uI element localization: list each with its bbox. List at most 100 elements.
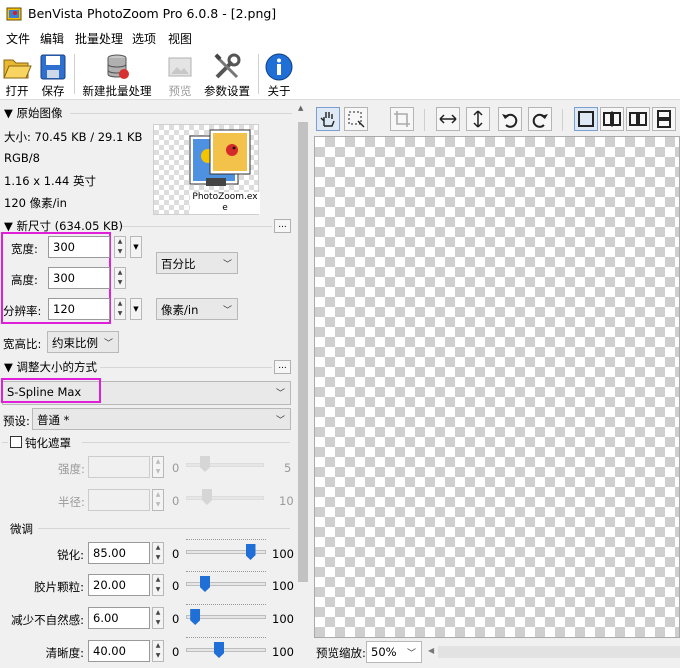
- section-divider: [2, 442, 8, 443]
- selection-icon: [348, 111, 365, 128]
- menu-batch[interactable]: 批量处理: [75, 30, 123, 47]
- new-batch-button[interactable]: 新建批量处理: [80, 50, 154, 98]
- height-stepper[interactable]: ▲ ▼: [114, 267, 126, 289]
- radius-stepper[interactable]: ▲ ▼: [152, 489, 164, 511]
- rotate-right-button[interactable]: [528, 107, 552, 131]
- crop-icon: [394, 111, 410, 127]
- open-label: 打开: [5, 84, 29, 98]
- chevron-down-icon: ﹀: [222, 306, 232, 316]
- menu-options[interactable]: 选项: [132, 30, 156, 47]
- about-button[interactable]: 关于: [262, 50, 296, 98]
- resolution-unit-select[interactable]: 像素/in ﹀: [156, 298, 238, 320]
- info-icon: [265, 53, 293, 81]
- batch-database-icon: [107, 54, 129, 79]
- section-divider: [122, 226, 272, 227]
- hand-tool-button[interactable]: [316, 107, 340, 131]
- radius-input[interactable]: [88, 489, 150, 511]
- panel-scrollbar-thumb[interactable]: [298, 122, 308, 582]
- vertical-arrows-icon: [473, 110, 483, 128]
- rotate-left-button[interactable]: [498, 107, 522, 131]
- resolution-input[interactable]: 120: [48, 298, 110, 320]
- stacked-view-button[interactable]: [652, 107, 676, 131]
- finetune-input-3[interactable]: 40.00: [88, 640, 150, 662]
- resolution-stepper[interactable]: ▲ ▼: [114, 298, 126, 320]
- preview-canvas[interactable]: [314, 136, 680, 638]
- zoom-value: 50%: [371, 645, 397, 659]
- settings-button[interactable]: 参数设置: [202, 50, 252, 98]
- finetune-max-2: 100: [272, 612, 294, 626]
- about-label: 关于: [267, 84, 291, 98]
- finetune-input-0[interactable]: 85.00: [88, 542, 150, 564]
- open-button[interactable]: 打开: [0, 50, 34, 98]
- radius-min: 0: [172, 494, 180, 508]
- unsharp-checkbox[interactable]: [10, 436, 22, 448]
- horizontal-scrollbar[interactable]: [438, 646, 680, 658]
- resize-method-more-button[interactable]: ...: [274, 360, 291, 374]
- size-unit-select[interactable]: 百分比 ﹀: [156, 252, 238, 274]
- side-by-side-view-button[interactable]: [626, 107, 650, 131]
- finetune-max-0: 100: [272, 547, 294, 561]
- preset-select[interactable]: 普通 * ﹀: [32, 408, 291, 430]
- resolution-dropdown-button[interactable]: ▼: [130, 298, 142, 320]
- window-title: BenVista PhotoZoom Pro 6.0.8 - [2.png]: [28, 6, 277, 21]
- rotate-right-icon: [532, 113, 548, 128]
- strength-slider-track[interactable]: [186, 463, 264, 467]
- flip-vertical-button[interactable]: [466, 107, 490, 131]
- finetune-ticks-2: [186, 604, 266, 608]
- rotate-left-icon: [502, 113, 518, 128]
- horizontal-arrows-icon: [439, 114, 457, 124]
- menu-view[interactable]: 视图: [168, 30, 192, 47]
- section-divider: [82, 442, 290, 443]
- save-button[interactable]: 保存: [36, 50, 70, 98]
- finetune-stepper-0[interactable]: ▲ ▼: [152, 542, 164, 564]
- folder-open-icon: [3, 59, 32, 79]
- strength-input[interactable]: [88, 456, 150, 478]
- finetune-input-2[interactable]: 6.00: [88, 607, 150, 629]
- radius-slider-track[interactable]: [186, 496, 264, 500]
- menu-edit[interactable]: 编辑: [40, 30, 64, 47]
- menu-file[interactable]: 文件: [6, 30, 30, 47]
- chevron-down-icon: ﹀: [406, 649, 416, 659]
- original-image-header[interactable]: ▼ 原始图像: [4, 105, 63, 121]
- title-bar: BenVista PhotoZoom Pro 6.0.8 - [2.png]: [0, 0, 680, 28]
- strength-max: 5: [284, 461, 292, 475]
- side-by-side-icon: [629, 112, 647, 126]
- strength-stepper[interactable]: ▲ ▼: [152, 456, 164, 478]
- preview-button[interactable]: 预览: [162, 50, 198, 98]
- toolbar-separator: [424, 109, 425, 131]
- scroll-up-arrow-icon[interactable]: ▲: [298, 104, 303, 112]
- preview-icon: [168, 57, 192, 77]
- resolution-unit-value: 像素/in: [161, 303, 199, 317]
- finetune-input-1[interactable]: 20.00: [88, 574, 150, 596]
- single-view-button[interactable]: [574, 107, 598, 131]
- finetune-stepper-2[interactable]: ▲ ▼: [152, 607, 164, 629]
- aspect-select[interactable]: 约束比例 ﹀: [47, 331, 119, 353]
- finetune-stepper-1[interactable]: ▲ ▼: [152, 574, 164, 596]
- marquee-tool-button[interactable]: [344, 107, 368, 131]
- split-view-button[interactable]: [600, 107, 624, 131]
- finetune-stepper-3[interactable]: ▲ ▼: [152, 640, 164, 662]
- width-label: 宽度:: [11, 242, 38, 256]
- crop-tool-button[interactable]: [390, 107, 414, 131]
- width-dropdown-button[interactable]: ▼: [130, 236, 142, 258]
- finetune-slider-track-1[interactable]: [186, 582, 266, 586]
- resize-method-header[interactable]: ▼ 调整大小的方式: [4, 359, 97, 375]
- section-divider: [100, 367, 272, 368]
- toolbar: 打开 保存 新建批量处理 预览 参数设置 关于: [0, 48, 680, 100]
- width-input[interactable]: 300: [48, 236, 110, 258]
- new-size-more-button[interactable]: ...: [274, 219, 291, 233]
- finetune-ticks-3: [186, 637, 266, 641]
- aspect-value: 约束比例: [52, 336, 98, 350]
- finetune-min-3: 0: [172, 645, 180, 659]
- photozoom-app-image: [189, 129, 251, 186]
- zoom-select[interactable]: 50% ﹀: [366, 641, 422, 663]
- width-stepper[interactable]: ▲ ▼: [114, 236, 126, 258]
- height-input[interactable]: 300: [48, 267, 110, 289]
- scroll-left-arrow-icon[interactable]: ◀: [428, 646, 436, 655]
- settings-label: 参数设置: [204, 84, 250, 98]
- strength-label: 强度:: [58, 462, 85, 476]
- resolution-label: 分辨率:: [3, 304, 42, 318]
- finetune-label-3: 清晰度:: [45, 646, 84, 660]
- finetune-slider-track-3[interactable]: [186, 648, 266, 652]
- flip-horizontal-button[interactable]: [436, 107, 460, 131]
